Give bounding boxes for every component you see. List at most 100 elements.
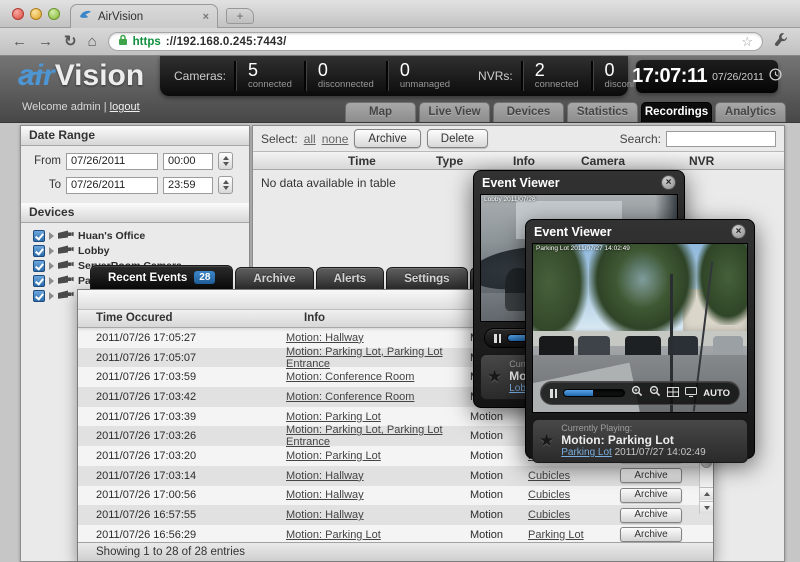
nav-tab[interactable]: Statistics [567, 102, 638, 122]
device-tree-item[interactable]: Huan's Office [21, 228, 249, 243]
step-up-icon[interactable] [223, 180, 229, 184]
archive-button[interactable]: Archive [354, 129, 420, 148]
home-icon[interactable]: ⌂ [88, 34, 97, 49]
window-zoom-button[interactable] [48, 8, 60, 20]
event-info-link[interactable]: Motion: Conference Room [286, 371, 414, 383]
device-checkbox[interactable] [33, 290, 45, 302]
device-checkbox[interactable] [33, 245, 45, 257]
viewer-titlebar[interactable]: Event Viewer × [526, 220, 754, 243]
back-icon[interactable]: ← [12, 34, 27, 49]
event-row[interactable]: 2011/07/26 17:03:14 Motion: Hallway Moti… [78, 466, 713, 486]
event-camera-link[interactable]: Cubicles [528, 470, 570, 482]
event-info-link[interactable]: Motion: Hallway [286, 489, 364, 501]
close-icon[interactable]: × [731, 224, 746, 239]
scroll-down-button[interactable] [700, 501, 713, 514]
event-info-link[interactable]: Motion: Parking Lot [286, 450, 381, 462]
device-tree-item[interactable]: Lobby [21, 243, 249, 258]
wrench-icon[interactable] [774, 32, 788, 51]
col-time[interactable]: Time [348, 154, 376, 168]
expand-arrow-icon[interactable] [49, 232, 54, 240]
scroll-up-button[interactable] [700, 487, 713, 500]
event-archive-button[interactable]: Archive [620, 508, 682, 523]
auto-button[interactable]: AUTO [703, 388, 730, 399]
logout-link[interactable]: logout [110, 101, 140, 113]
reload-icon[interactable]: ↻ [64, 34, 77, 49]
col-type[interactable]: Type [436, 154, 463, 168]
zoom-out-icon[interactable] [649, 384, 661, 402]
url-bar[interactable]: https://192.168.0.245:7443/ ☆ [108, 32, 763, 51]
col-time-occured[interactable]: Time Occured [96, 312, 173, 324]
device-checkbox[interactable] [33, 230, 45, 242]
nav-tab[interactable]: Live View [419, 102, 490, 122]
expand-arrow-icon[interactable] [49, 277, 54, 285]
device-checkbox[interactable] [33, 275, 45, 287]
event-info-link[interactable]: Motion: Hallway [286, 470, 364, 482]
expand-arrow-icon[interactable] [49, 292, 54, 300]
col-nvr[interactable]: NVR [689, 154, 714, 168]
step-down-icon[interactable] [223, 162, 229, 166]
nav-tab[interactable]: Map [345, 102, 416, 122]
event-viewer-window-front[interactable]: Event Viewer × Parking Lot 2011/07/27 14… [525, 219, 755, 459]
forward-icon[interactable]: → [38, 34, 53, 49]
event-info-link[interactable]: Motion: Hallway [286, 509, 364, 521]
step-up-icon[interactable] [223, 156, 229, 160]
new-tab-button[interactable]: + [226, 8, 254, 24]
events-tab[interactable]: Alerts [316, 267, 385, 289]
search-input[interactable] [666, 131, 776, 147]
pause-icon[interactable] [494, 334, 501, 343]
event-camera-link[interactable]: Parking Lot [528, 529, 584, 541]
zoom-in-icon[interactable] [631, 384, 643, 402]
event-archive-button[interactable]: Archive [620, 488, 682, 503]
nav-tab[interactable]: Devices [493, 102, 564, 122]
camera-link[interactable]: Parking Lot [561, 447, 612, 458]
event-archive-button[interactable]: Archive [620, 527, 682, 542]
device-checkbox[interactable] [33, 260, 45, 272]
events-tab[interactable]: Recent Events 28 [90, 265, 233, 289]
delete-button[interactable]: Delete [427, 129, 488, 148]
event-camera-link[interactable]: Cubicles [528, 509, 570, 521]
from-time-stepper[interactable] [218, 152, 233, 170]
close-icon[interactable]: × [661, 175, 676, 190]
to-time-input[interactable] [163, 177, 213, 194]
window-minimize-button[interactable] [30, 8, 42, 20]
browser-tab[interactable]: AirVision × [70, 4, 218, 28]
step-down-icon[interactable] [223, 186, 229, 190]
progress-bar[interactable] [563, 389, 625, 397]
fit-screen-icon[interactable] [685, 384, 697, 402]
pause-icon[interactable] [550, 389, 557, 398]
video-frame[interactable]: Parking Lot 2011/07/27 14:02:49 [532, 243, 748, 413]
col-info[interactable]: Info [304, 312, 325, 324]
window-close-button[interactable] [12, 8, 24, 20]
actual-size-icon[interactable] [667, 384, 679, 402]
event-info-link[interactable]: Motion: Parking Lot, Parking Lot Entranc… [286, 346, 443, 370]
from-time-input[interactable] [163, 153, 213, 170]
event-info-link[interactable]: Motion: Parking Lot, Parking Lot Entranc… [286, 424, 443, 448]
from-date-input[interactable] [66, 153, 158, 170]
viewer-titlebar[interactable]: Event Viewer × [474, 171, 684, 194]
clock-icon[interactable] [769, 68, 782, 86]
bookmark-star-icon[interactable]: ☆ [741, 34, 753, 50]
tab-close-icon[interactable]: × [203, 11, 209, 23]
col-camera[interactable]: Camera [581, 154, 625, 168]
event-info-link[interactable]: Motion: Hallway [286, 332, 364, 344]
event-archive-button[interactable]: Archive [620, 468, 682, 483]
event-info-link[interactable]: Motion: Conference Room [286, 391, 414, 403]
event-row[interactable]: 2011/07/26 17:00:56 Motion: Hallway Moti… [78, 486, 713, 506]
player-controls[interactable]: AUTO [540, 381, 740, 405]
select-all-link[interactable]: all [304, 132, 316, 146]
col-info[interactable]: Info [513, 154, 535, 168]
to-date-input[interactable] [66, 177, 158, 194]
events-tab[interactable]: Archive [235, 267, 313, 289]
to-time-stepper[interactable] [218, 176, 233, 194]
nav-tab[interactable]: Recordings [641, 102, 712, 122]
events-tab[interactable]: Settings [386, 267, 467, 289]
event-camera-link[interactable]: Cubicles [528, 489, 570, 501]
select-none-link[interactable]: none [322, 132, 349, 146]
expand-arrow-icon[interactable] [49, 247, 54, 255]
event-row[interactable]: 2011/07/26 16:57:55 Motion: Hallway Moti… [78, 505, 713, 525]
expand-arrow-icon[interactable] [49, 262, 54, 270]
event-info-link[interactable]: Motion: Parking Lot [286, 529, 381, 541]
nav-tab[interactable]: Analytics [715, 102, 786, 122]
stat-item: 0 unmanaged [386, 61, 462, 91]
event-info-link[interactable]: Motion: Parking Lot [286, 411, 381, 423]
